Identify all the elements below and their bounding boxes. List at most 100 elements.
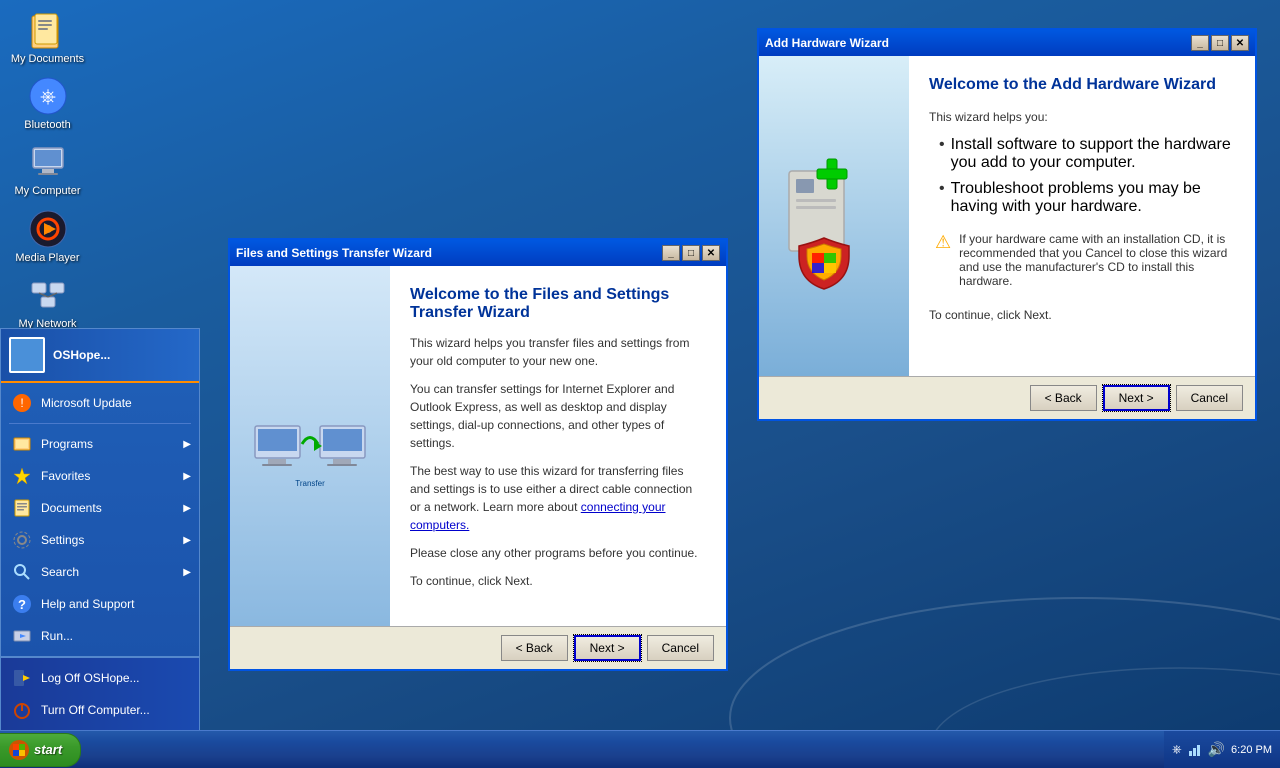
start-logo-icon xyxy=(8,739,30,761)
transfer-illustration: Transfer xyxy=(250,386,370,506)
settings-label: Settings xyxy=(41,533,84,547)
files-wizard-title: Files and Settings Transfer Wizard xyxy=(236,246,432,260)
programs-arrow: ▶ xyxy=(183,439,191,450)
files-wizard-footer: < Back Next > Cancel xyxy=(230,626,726,669)
favorites-icon xyxy=(11,465,33,487)
svg-text:Transfer: Transfer xyxy=(295,479,325,488)
settings-icon xyxy=(11,529,33,551)
favorites-arrow: ▶ xyxy=(183,471,191,482)
menu-item-favorites[interactable]: Favorites ▶ xyxy=(1,460,199,492)
files-wizard-titlebar-buttons: _ □ ✕ xyxy=(662,245,720,261)
documents-arrow: ▶ xyxy=(183,503,191,514)
files-wizard-close[interactable]: ✕ xyxy=(702,245,720,261)
turnoff-icon xyxy=(11,699,33,721)
favorites-label: Favorites xyxy=(41,469,90,483)
menu-item-help[interactable]: ? Help and Support xyxy=(1,588,199,620)
menu-item-run[interactable]: Run... xyxy=(1,620,199,652)
start-button[interactable]: start xyxy=(0,733,81,767)
taskbar-volume-icon: 🔊 xyxy=(1208,741,1225,758)
start-menu-items: ! Microsoft Update Programs ▶ Favor xyxy=(1,383,199,656)
hardware-wizard-cancel-button[interactable]: Cancel xyxy=(1176,385,1243,411)
menu-item-settings[interactable]: Settings ▶ xyxy=(1,524,199,556)
documents-label: Documents xyxy=(41,501,102,515)
start-button-label: start xyxy=(34,742,62,757)
files-wizard-para1: This wizard helps you transfer files and… xyxy=(410,334,706,370)
files-wizard-left-panel: Transfer xyxy=(230,266,390,626)
files-wizard-next-button[interactable]: Next > xyxy=(574,635,641,661)
desktop-icon-media-player[interactable]: Media Player xyxy=(10,209,85,265)
menu-item-turnoff[interactable]: Turn Off Computer... xyxy=(1,694,199,726)
hardware-wizard-maximize[interactable]: □ xyxy=(1211,35,1229,51)
menu-item-search[interactable]: Search ▶ xyxy=(1,556,199,588)
desktop-icon-bluetooth[interactable]: ⎈ Bluetooth xyxy=(10,76,85,132)
user-avatar xyxy=(9,337,45,373)
taskbar-system-tray: ⎈ 🔊 6:20 PM xyxy=(1164,731,1280,768)
menu-item-logoff[interactable]: Log Off OSHope... xyxy=(1,662,199,694)
media-player-label: Media Player xyxy=(15,252,79,265)
taskbar: start ⎈ 🔊 6:20 PM xyxy=(0,730,1280,768)
settings-arrow: ▶ xyxy=(183,535,191,546)
microsoft-update-label: Microsoft Update xyxy=(41,396,132,410)
hardware-wizard-titlebar-buttons: _ □ ✕ xyxy=(1191,35,1249,51)
hardware-wizard: Add Hardware Wizard _ □ ✕ xyxy=(757,28,1257,421)
hardware-wizard-minimize[interactable]: _ xyxy=(1191,35,1209,51)
files-wizard-para5: To continue, click Next. xyxy=(410,572,706,590)
search-arrow: ▶ xyxy=(183,567,191,578)
files-wizard-maximize[interactable]: □ xyxy=(682,245,700,261)
my-documents-label: My Documents xyxy=(11,53,84,66)
search-label: Search xyxy=(41,565,79,579)
documents-icon xyxy=(11,497,33,519)
bluetooth-label: Bluetooth xyxy=(24,119,70,132)
hardware-wizard-close[interactable]: ✕ xyxy=(1231,35,1249,51)
hardware-wizard-right-panel: Welcome to the Add Hardware Wizard This … xyxy=(909,56,1255,376)
taskbar-bluetooth-icon: ⎈ xyxy=(1172,742,1182,757)
programs-icon xyxy=(11,433,33,455)
hardware-wizard-bullet2: Troubleshoot problems you may be having … xyxy=(929,180,1235,216)
my-documents-icon xyxy=(28,10,68,50)
svg-text:?: ? xyxy=(18,597,26,612)
search-icon xyxy=(11,561,33,583)
files-wizard-heading: Welcome to the Files and Settings Transf… xyxy=(410,286,706,322)
files-wizard-back-button[interactable]: < Back xyxy=(501,635,568,661)
logoff-label: Log Off OSHope... xyxy=(41,671,140,685)
hardware-wizard-title: Add Hardware Wizard xyxy=(765,36,889,50)
menu-item-microsoft-update[interactable]: ! Microsoft Update xyxy=(1,387,199,419)
menu-item-documents[interactable]: Documents ▶ xyxy=(1,492,199,524)
menu-item-programs[interactable]: Programs ▶ xyxy=(1,428,199,460)
files-wizard: Files and Settings Transfer Wizard _ □ ✕ xyxy=(228,238,728,671)
start-menu-header: OSHope... xyxy=(1,329,199,383)
start-menu-bottom: Log Off OSHope... Turn Off Computer... xyxy=(1,656,199,730)
files-wizard-para2: You can transfer settings for Internet E… xyxy=(410,380,706,452)
bluetooth-icon: ⎈ xyxy=(28,76,68,116)
desktop-icon-my-computer[interactable]: My Computer xyxy=(10,142,85,198)
files-wizard-para3: The best way to use this wizard for tran… xyxy=(410,462,706,534)
files-wizard-cancel-button[interactable]: Cancel xyxy=(647,635,714,661)
files-wizard-right-panel: Welcome to the Files and Settings Transf… xyxy=(390,266,726,626)
run-label: Run... xyxy=(41,629,73,643)
hardware-wizard-heading: Welcome to the Add Hardware Wizard xyxy=(929,76,1235,94)
hardware-wizard-left-panel xyxy=(759,56,909,376)
username-label: OSHope... xyxy=(53,348,110,362)
files-wizard-para4: Please close any other programs before y… xyxy=(410,544,706,562)
taskbar-clock: 6:20 PM xyxy=(1231,744,1272,756)
hardware-wizard-bullet1: Install software to support the hardware… xyxy=(929,136,1235,172)
logoff-icon xyxy=(11,667,33,689)
microsoft-update-icon: ! xyxy=(11,392,33,414)
my-network-icon xyxy=(28,275,68,315)
taskbar-items xyxy=(86,731,1164,768)
files-wizard-titlebar: Files and Settings Transfer Wizard _ □ ✕ xyxy=(230,240,726,266)
hardware-wizard-back-button[interactable]: < Back xyxy=(1030,385,1097,411)
desktop-icon-my-documents[interactable]: My Documents xyxy=(10,10,85,66)
svg-text:!: ! xyxy=(20,396,23,410)
start-menu: OSHope... ! Microsoft Update Programs ▶ xyxy=(0,328,200,730)
hardware-wizard-intro: This wizard helps you: xyxy=(929,108,1235,126)
files-wizard-minimize[interactable]: _ xyxy=(662,245,680,261)
warning-icon: ⚠ xyxy=(935,232,951,253)
hardware-wizard-continue: To continue, click Next. xyxy=(929,306,1235,324)
hardware-illustration xyxy=(769,141,899,291)
hardware-wizard-footer: < Back Next > Cancel xyxy=(759,376,1255,419)
hardware-wizard-next-button[interactable]: Next > xyxy=(1103,385,1170,411)
programs-label: Programs xyxy=(41,437,93,451)
hardware-wizard-content: Welcome to the Add Hardware Wizard This … xyxy=(759,56,1255,376)
run-icon xyxy=(11,625,33,647)
